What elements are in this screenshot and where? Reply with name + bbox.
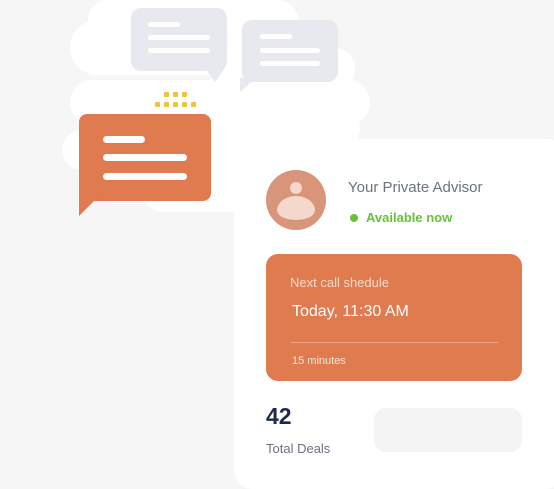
divider xyxy=(290,342,498,343)
advisor-title: Your Private Advisor xyxy=(348,179,483,196)
chat-bubble-icon xyxy=(79,114,211,216)
chat-bubble-icon xyxy=(240,20,338,92)
next-call-label: Next call shedule xyxy=(290,275,389,290)
action-button[interactable] xyxy=(374,408,522,452)
next-call-time: Today, 11:30 AM xyxy=(292,303,409,320)
status-label: Available now xyxy=(366,210,453,225)
total-deals-count: 42 xyxy=(266,403,292,429)
total-deals-label: Total Deals xyxy=(266,441,331,456)
status-dot-icon xyxy=(350,214,358,222)
typing-dots-icon xyxy=(155,92,203,108)
user-avatar-icon xyxy=(266,170,326,230)
next-call-card[interactable]: Next call shedule Today, 11:30 AM 15 min… xyxy=(266,254,522,381)
call-duration: 15 minutes xyxy=(292,355,346,367)
chat-bubble-icon xyxy=(131,8,227,82)
